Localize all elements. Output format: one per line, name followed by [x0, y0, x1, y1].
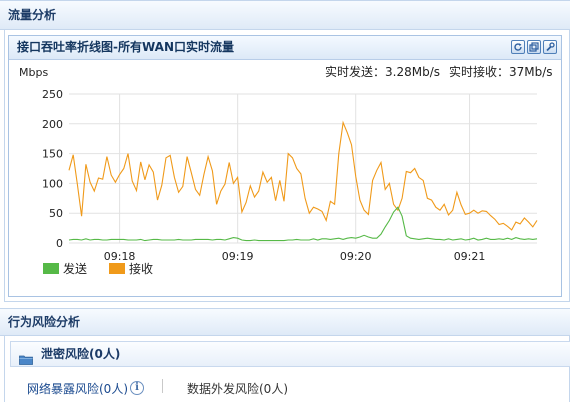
- legend-swatch[interactable]: [109, 263, 125, 274]
- y-tick-label: 50: [49, 207, 63, 220]
- data-outbound-risk-label: 数据外发风险(0人): [187, 382, 288, 396]
- traffic-analysis-header: 流量分析: [0, 0, 570, 30]
- window-icon[interactable]: [527, 40, 541, 54]
- throughput-chart-panel: 接口吞吐率折线图-所有WAN口实时流量 Mbps 实时发送：3.28Mb/s 实…: [8, 35, 562, 297]
- behavior-risk-title: 行为风险分析: [8, 315, 81, 329]
- series-line-send: [68, 206, 538, 242]
- y-tick-label: 0: [56, 237, 63, 250]
- folder-icon: [19, 349, 33, 373]
- info-icon[interactable]: i: [130, 381, 144, 395]
- y-axis-unit-label: Mbps: [19, 66, 48, 79]
- divider: [162, 379, 163, 393]
- y-tick-label: 100: [42, 177, 63, 190]
- x-tick-label: 09:20: [340, 250, 372, 263]
- chart-panel-title: 接口吞吐率折线图-所有WAN口实时流量: [17, 40, 235, 54]
- refresh-icon[interactable]: [511, 40, 525, 54]
- chart-title-bar: 接口吞吐率折线图-所有WAN口实时流量: [9, 36, 561, 60]
- network-exposure-risk-link[interactable]: 网络暴露风险(0人): [27, 380, 128, 397]
- chart-tools: [511, 40, 557, 54]
- behavior-risk-header: 行为风险分析: [0, 308, 570, 336]
- throughput-line-chart: Mbps 实时发送：3.28Mb/s 实时接收：37Mb/s 0 50 100 150…: [19, 64, 553, 276]
- leak-risk-label: 泄密风险(0人): [41, 347, 121, 361]
- settings-wrench-icon[interactable]: [543, 40, 557, 54]
- legend-swatch[interactable]: [43, 263, 59, 274]
- leak-risk-bar[interactable]: 泄密风险(0人): [10, 341, 570, 367]
- realtime-recv-text: 实时接收：37Mb/s: [449, 64, 553, 79]
- y-tick-label: 200: [42, 118, 63, 131]
- traffic-analysis-title: 流量分析: [8, 8, 57, 22]
- x-tick-label: 09:19: [222, 250, 254, 263]
- realtime-send-text: 实时发送：3.28Mb/s: [325, 64, 440, 79]
- y-tick-label: 150: [42, 148, 63, 161]
- series-line-recv: [68, 120, 538, 231]
- x-tick-label: 09:21: [454, 250, 486, 263]
- legend-label[interactable]: 发送: [63, 261, 87, 276]
- y-tick-label: 250: [42, 88, 63, 101]
- legend-label[interactable]: 接收: [129, 261, 153, 276]
